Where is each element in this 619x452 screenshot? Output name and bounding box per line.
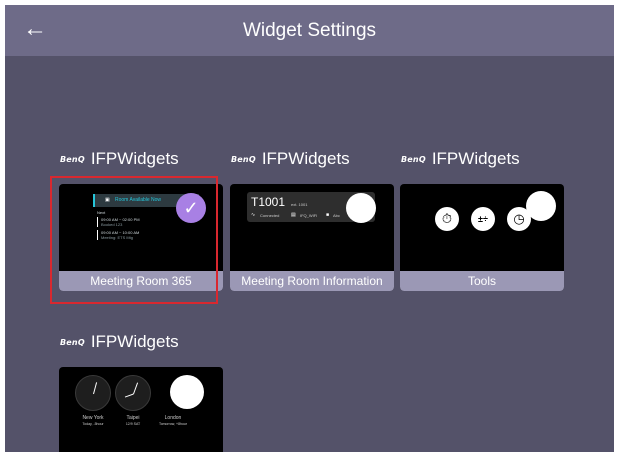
- preview-dot: [170, 375, 204, 409]
- clock-taipei: [115, 375, 151, 411]
- settings-screen: ← Widget Settings BenQ IFPWidgets BenQ I…: [5, 5, 614, 452]
- benq-logo: BenQ: [231, 154, 256, 164]
- preview-dot: [346, 193, 376, 223]
- calculator-icon: ±÷: [471, 207, 495, 231]
- widget-label: Tools: [400, 271, 564, 291]
- city-offset: Tomorrow, +8hour: [158, 422, 188, 426]
- benq-logo: BenQ: [60, 154, 85, 164]
- wifi-name: IFQ_WIFI: [300, 213, 318, 218]
- benq-logo: BenQ: [60, 337, 85, 347]
- city-name: Taipei: [126, 415, 140, 421]
- city-offset: 12/9 SAT: [125, 422, 141, 426]
- widget-header-1: BenQ IFPWidgets: [60, 149, 179, 169]
- lock-icon: ■: [326, 212, 330, 218]
- city-name: London: [164, 415, 182, 421]
- widget-card-tools[interactable]: ⏱ ±÷ ◷ Tools: [400, 184, 564, 291]
- app-header: ← Widget Settings: [5, 5, 614, 56]
- widget-header-2: BenQ IFPWidgets: [231, 149, 350, 169]
- room-ext: ext. 1001: [291, 202, 308, 207]
- network-icon: ▤: [291, 212, 296, 218]
- widget-provider: IFPWidgets: [90, 332, 179, 351]
- stopwatch-icon: ⏱: [435, 207, 459, 231]
- benq-logo: BenQ: [401, 154, 426, 164]
- selection-highlight: [50, 176, 218, 304]
- widget-label: Meeting Room Information: [230, 271, 394, 291]
- widget-card-world-clock[interactable]: New York Today, -5hour Taipei 12/9 SAT L…: [59, 367, 223, 452]
- city-name: New York: [82, 415, 104, 421]
- widget-header-3: BenQ IFPWidgets: [401, 149, 520, 169]
- wifi-password: Abc: [333, 213, 340, 218]
- widget-provider: IFPWidgets: [90, 149, 179, 168]
- widget-provider: IFPWidgets: [261, 149, 350, 168]
- widget-card-meeting-room-information[interactable]: T1001 ext. 1001 ∿ Connected ▤ IFQ_WIFI ■…: [230, 184, 394, 291]
- room-number: T1001: [251, 195, 286, 209]
- clock-new-york: [75, 375, 111, 411]
- page-title: Widget Settings: [242, 20, 377, 41]
- connection-status: Connected: [260, 213, 280, 218]
- wifi-icon: ∿: [251, 212, 256, 218]
- preview-dot: [526, 191, 556, 221]
- widget-provider: IFPWidgets: [431, 149, 520, 168]
- city-offset: Today, -5hour: [82, 422, 104, 426]
- widget-header-4: BenQ IFPWidgets: [60, 332, 179, 352]
